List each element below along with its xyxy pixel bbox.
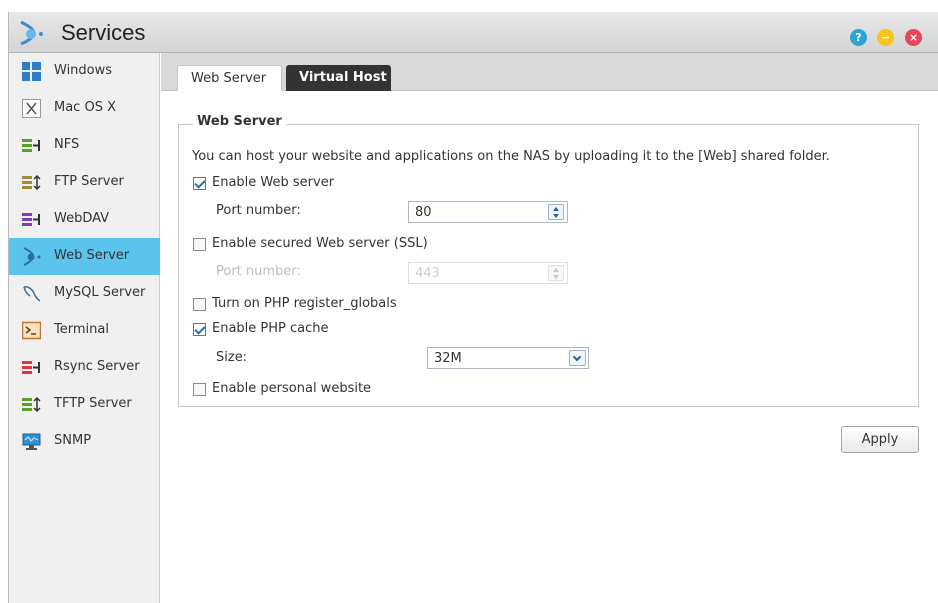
main-panel: Web Server Virtual Host Web Server You c… [161,53,938,603]
mysql-icon [23,286,41,302]
chevron-down-icon[interactable] [569,350,586,366]
sidebar-item-label: Mac OS X [54,100,116,115]
tab-web-server[interactable]: Web Server [177,65,282,91]
services-window: Services ? − × Windows Mac OS X NFS FTP … [8,12,938,603]
port-label: Port number: [216,203,301,218]
port-number-spinner[interactable]: 80 [408,201,568,223]
sidebar-item-label: SNMP [54,433,92,448]
snmp-icon [22,433,41,450]
enable-ssl-label: Enable secured Web server (SSL) [212,236,428,251]
ssl-port-number-value: 443 [415,266,440,281]
web-server-icon [23,247,41,266]
sidebar-item-label: FTP Server [54,174,124,189]
php-cache-label: Enable PHP cache [212,321,329,336]
enable-web-server-label: Enable Web server [212,175,335,190]
enable-ssl-checkbox[interactable] [193,238,206,251]
php-cache-checkbox[interactable] [193,323,206,336]
sidebar-item-mysql-server[interactable]: MySQL Server [9,275,160,312]
spinner-arrows-icon[interactable] [548,265,564,281]
sidebar-item-label: NFS [54,137,80,152]
nfs-icon [22,139,40,152]
description-text: You can host your website and applicatio… [192,149,830,164]
terminal-icon [22,321,41,340]
sidebar-item-web-server[interactable]: Web Server [9,238,160,275]
webdav-icon [22,213,40,226]
windows-icon [22,62,41,81]
cache-size-value: 32M [434,351,462,366]
sidebar-item-snmp[interactable]: SNMP [9,423,160,460]
apply-button[interactable]: Apply [841,426,919,453]
sidebar-item-nfs[interactable]: NFS [9,127,160,164]
enable-web-server-checkbox[interactable] [193,177,206,190]
sidebar-item-webdav[interactable]: WebDAV [9,201,160,238]
cache-size-select[interactable]: 32M [427,347,589,369]
cache-size-label: Size: [216,350,248,365]
ftp-server-icon [22,174,41,191]
sidebar-item-rsync-server[interactable]: Rsync Server [9,349,160,386]
sidebar-item-label: TFTP Server [54,396,132,411]
personal-website-label: Enable personal website [212,381,372,396]
window-title: Services [61,20,146,45]
personal-website-checkbox[interactable] [193,383,206,396]
services-app-icon [20,20,43,46]
sidebar-item-label: WebDAV [54,211,110,226]
rsync-icon [22,361,40,374]
title-bar: Services ? − × [9,12,938,53]
close-button[interactable]: × [905,29,922,46]
port-number-value: 80 [415,205,432,220]
sidebar-item-mac-os-x[interactable]: Mac OS X [9,90,160,127]
register-globals-label: Turn on PHP register_globals [212,296,397,311]
sidebar-item-label: MySQL Server [54,285,146,300]
sidebar-item-label: Terminal [54,322,109,337]
minimize-button[interactable]: − [877,29,894,46]
sidebar-item-ftp-server[interactable]: FTP Server [9,164,160,201]
sidebar-item-label: Rsync Server [54,359,140,374]
services-sidebar: Windows Mac OS X NFS FTP Server WebDAV W… [9,53,160,603]
tftp-icon [22,396,41,413]
sidebar-item-terminal[interactable]: Terminal [9,312,160,349]
ssl-port-label: Port number: [216,264,301,279]
sidebar-item-label: Web Server [54,248,130,263]
ssl-port-number-spinner[interactable]: 443 [408,262,568,284]
register-globals-checkbox[interactable] [193,298,206,311]
tab-bar: Web Server Virtual Host [161,53,938,91]
tab-virtual-host[interactable]: Virtual Host [286,65,391,91]
web-server-legend: Web Server [193,114,286,129]
help-button[interactable]: ? [850,29,867,46]
sidebar-item-tftp-server[interactable]: TFTP Server [9,386,160,423]
macos-icon [22,99,41,118]
spinner-arrows-icon[interactable] [548,204,564,220]
sidebar-item-windows[interactable]: Windows [9,53,160,90]
sidebar-item-label: Windows [54,63,113,78]
